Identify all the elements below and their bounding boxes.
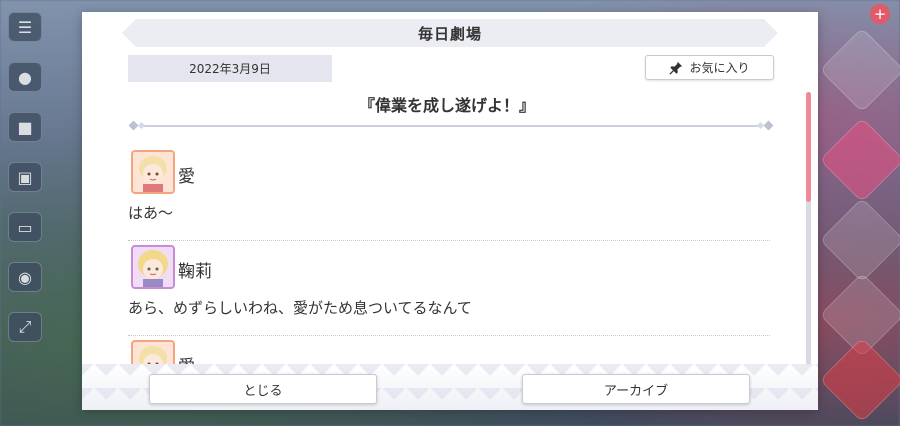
present-icon: ■ <box>8 112 42 142</box>
speaker-name: 鞠莉 <box>178 262 212 282</box>
background-tile <box>819 27 900 113</box>
gift-icon: ▣ <box>8 162 42 192</box>
speaker-name: 愛 <box>178 167 195 187</box>
expand-icon: ⤢ <box>8 312 42 342</box>
dialogue-list[interactable]: 愛 はあ〜 鞠莉 あら、めずらしいわね、愛がため息ついてるなんて <box>128 146 770 364</box>
episode-title: 『偉業を成し遂げよ！』 <box>358 96 535 115</box>
favorite-button-label: お気に入り <box>689 61 750 75</box>
speaker-name: 愛 <box>178 352 195 364</box>
date-label: 2022年3月9日 <box>128 55 332 82</box>
background-left-menu: ☰ ● ■ ▣ ▭ ◉ ⤢ <box>0 0 82 426</box>
dialogue-item: 鞠莉 あら、めずらしいわね、愛がため息ついてるなんて <box>128 241 770 336</box>
dialogue-text: はあ〜 <box>128 204 174 222</box>
close-button[interactable]: とじる <box>149 374 377 404</box>
background-tile <box>819 197 900 283</box>
daily-theater-dialog: 毎日劇場 2022年3月9日 お気に入り 『偉業を成し遂げよ！』 愛 はあ〜 鞠… <box>82 12 818 410</box>
background-tile <box>819 117 900 203</box>
dialog-header: 毎日劇場 <box>122 19 778 47</box>
mari-avatar <box>131 245 175 289</box>
dialog-title: 毎日劇場 <box>417 24 482 43</box>
title-divider <box>128 120 774 131</box>
ai-avatar <box>131 150 175 194</box>
screen-icon: ▭ <box>8 212 42 242</box>
chat-icon: ● <box>8 62 42 92</box>
scrollbar[interactable] <box>806 92 811 366</box>
dialogue-item: 愛 <box>128 336 770 364</box>
plus-icon: + <box>870 4 890 24</box>
ai-avatar <box>131 340 175 364</box>
archive-button[interactable]: アーカイブ <box>522 374 750 404</box>
dialogue-text: あら、めずらしいわね、愛がため息ついてるなんて <box>128 299 472 317</box>
background-tile <box>819 337 900 423</box>
album-icon: ◉ <box>8 262 42 292</box>
dialogue-item: 愛 はあ〜 <box>128 146 770 241</box>
favorite-button[interactable]: お気に入り <box>645 55 774 80</box>
pin-icon <box>669 61 683 75</box>
dialog-footer: とじる アーカイブ <box>82 364 818 410</box>
menu-icon: ☰ <box>8 12 42 42</box>
background-right-menu <box>818 0 900 426</box>
scrollbar-thumb[interactable] <box>806 92 811 202</box>
